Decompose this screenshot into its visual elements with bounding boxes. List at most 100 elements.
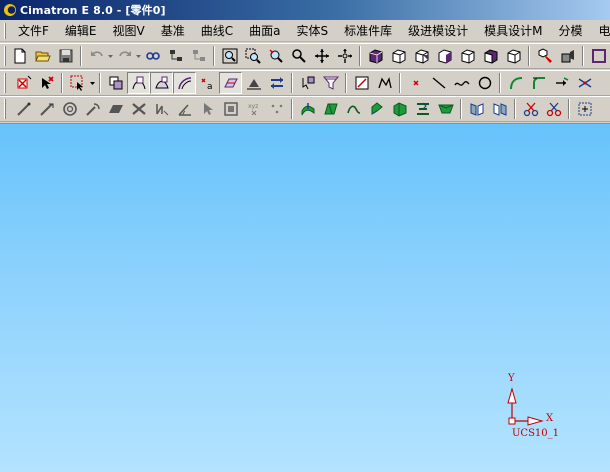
- section-box-button[interactable]: [219, 98, 242, 120]
- grid-points-button[interactable]: [265, 98, 288, 120]
- undo-button[interactable]: [85, 45, 108, 67]
- mirror-face-button[interactable]: [465, 98, 488, 120]
- offset-button[interactable]: [434, 98, 457, 120]
- rotate-button[interactable]: [333, 45, 356, 67]
- zoom-dynamic-button[interactable]: [264, 45, 287, 67]
- circle-button[interactable]: [473, 72, 496, 94]
- pick-silhouette-icon: [177, 77, 191, 90]
- lights-button[interactable]: [556, 45, 579, 67]
- pan-button[interactable]: [310, 45, 333, 67]
- draft-button[interactable]: [319, 98, 342, 120]
- move-object-button[interactable]: [296, 72, 319, 94]
- plain-cube-icon: [438, 49, 451, 64]
- ruled-icon: [346, 105, 360, 114]
- arc-button[interactable]: [504, 72, 527, 94]
- graphics-viewport[interactable]: Y X UCS10_1: [0, 123, 610, 472]
- transform-arrows-button[interactable]: [265, 72, 288, 94]
- filter-button[interactable]: [319, 72, 342, 94]
- tree-show-button[interactable]: [164, 45, 187, 67]
- title-bar[interactable]: Cimatron E 8.0 - [零件0]: [0, 0, 610, 20]
- measure-line-button[interactable]: [12, 98, 35, 120]
- menu-electrode[interactable]: 电极: [591, 21, 610, 41]
- link-button[interactable]: [141, 45, 164, 67]
- xyz-icon: xyz: [248, 103, 258, 116]
- xyz-label-button[interactable]: xyz: [242, 98, 265, 120]
- menu-grip[interactable]: [4, 22, 6, 39]
- sweep-button[interactable]: [388, 98, 411, 120]
- ucs-x-label: X: [546, 413, 554, 424]
- split-body-button[interactable]: [488, 98, 511, 120]
- menu-surface[interactable]: 曲面a: [241, 21, 288, 41]
- zoom-button[interactable]: [287, 45, 310, 67]
- render-options-button[interactable]: [533, 45, 556, 67]
- polyline-button[interactable]: [373, 72, 396, 94]
- measure-circle-button[interactable]: [58, 98, 81, 120]
- section-box-icon: [223, 102, 238, 116]
- delete-marked-button[interactable]: [35, 72, 58, 94]
- spline-button[interactable]: [450, 72, 473, 94]
- dark-view-button[interactable]: [479, 45, 502, 67]
- menu-progressive-die[interactable]: 级进模设计: [400, 21, 476, 41]
- pick-curves-button[interactable]: [127, 72, 150, 94]
- delete-entity-button[interactable]: [12, 72, 35, 94]
- wire-cube-icon: [392, 49, 405, 64]
- menu-view[interactable]: 视图V: [105, 21, 153, 41]
- window-title: Cimatron E 8.0 - [零件0]: [20, 4, 166, 17]
- pick-surface-button[interactable]: [219, 72, 242, 94]
- redo-icon: [118, 51, 131, 57]
- pick-points-button[interactable]: a: [196, 72, 219, 94]
- menu-file[interactable]: 文件F: [10, 21, 57, 41]
- toolbar-grip[interactable]: [4, 99, 10, 119]
- grid-view-button[interactable]: [573, 98, 596, 120]
- wireframe-view-button[interactable]: [387, 45, 410, 67]
- tree-hide-button[interactable]: [187, 45, 210, 67]
- line-button[interactable]: [427, 72, 450, 94]
- trim-curve-button[interactable]: [550, 72, 573, 94]
- cut-button[interactable]: [519, 98, 542, 120]
- mixed-view-button[interactable]: [502, 45, 525, 67]
- fill-surface-button[interactable]: [242, 72, 265, 94]
- blend-button[interactable]: [365, 98, 388, 120]
- save-button[interactable]: [54, 45, 77, 67]
- cross-delete-button[interactable]: [127, 98, 150, 120]
- pointer-button[interactable]: [196, 98, 219, 120]
- show-entity-button[interactable]: [104, 72, 127, 94]
- menu-parting[interactable]: 分模: [551, 21, 591, 41]
- menu-mold-design[interactable]: 模具设计M: [476, 21, 550, 41]
- menu-datum[interactable]: 基准: [153, 21, 193, 41]
- cut-options-button[interactable]: [542, 98, 565, 120]
- menu-curve[interactable]: 曲线C: [193, 21, 241, 41]
- hidden-line-view-button[interactable]: [410, 45, 433, 67]
- reflection-button[interactable]: [150, 98, 173, 120]
- undo-icon: [90, 51, 103, 57]
- fillet-curve-button[interactable]: [527, 72, 550, 94]
- select-box-button[interactable]: [66, 72, 89, 94]
- zoom-all-button[interactable]: [218, 45, 241, 67]
- angle-button[interactable]: [173, 98, 196, 120]
- point-button[interactable]: [404, 72, 427, 94]
- edge-view-button[interactable]: [456, 45, 479, 67]
- extrude-button[interactable]: [296, 98, 319, 120]
- measure-dist-button[interactable]: [35, 98, 58, 120]
- menu-standard-parts[interactable]: 标准件库: [336, 21, 400, 41]
- plain-view-button[interactable]: [433, 45, 456, 67]
- redo-button[interactable]: [113, 45, 136, 67]
- zoom-window-button[interactable]: [241, 45, 264, 67]
- select-dropdown[interactable]: [89, 72, 96, 94]
- measure-arc-button[interactable]: [81, 98, 104, 120]
- toolbar-grip[interactable]: [4, 73, 10, 93]
- shaded-view-button[interactable]: [364, 45, 387, 67]
- extra-button[interactable]: [587, 45, 610, 67]
- split-face-button[interactable]: [411, 98, 434, 120]
- open-file-button[interactable]: [31, 45, 54, 67]
- menu-solid[interactable]: 实体S: [288, 21, 336, 41]
- plane-cut-button[interactable]: [104, 98, 127, 120]
- toolbar-grip[interactable]: [4, 46, 6, 66]
- sketch-button[interactable]: [350, 72, 373, 94]
- new-file-button[interactable]: [8, 45, 31, 67]
- pick-faces-button[interactable]: [150, 72, 173, 94]
- pick-silhouette-button[interactable]: [173, 72, 196, 94]
- split-curve-button[interactable]: [573, 72, 596, 94]
- menu-edit[interactable]: 编辑E: [57, 21, 105, 41]
- ruled-button[interactable]: [342, 98, 365, 120]
